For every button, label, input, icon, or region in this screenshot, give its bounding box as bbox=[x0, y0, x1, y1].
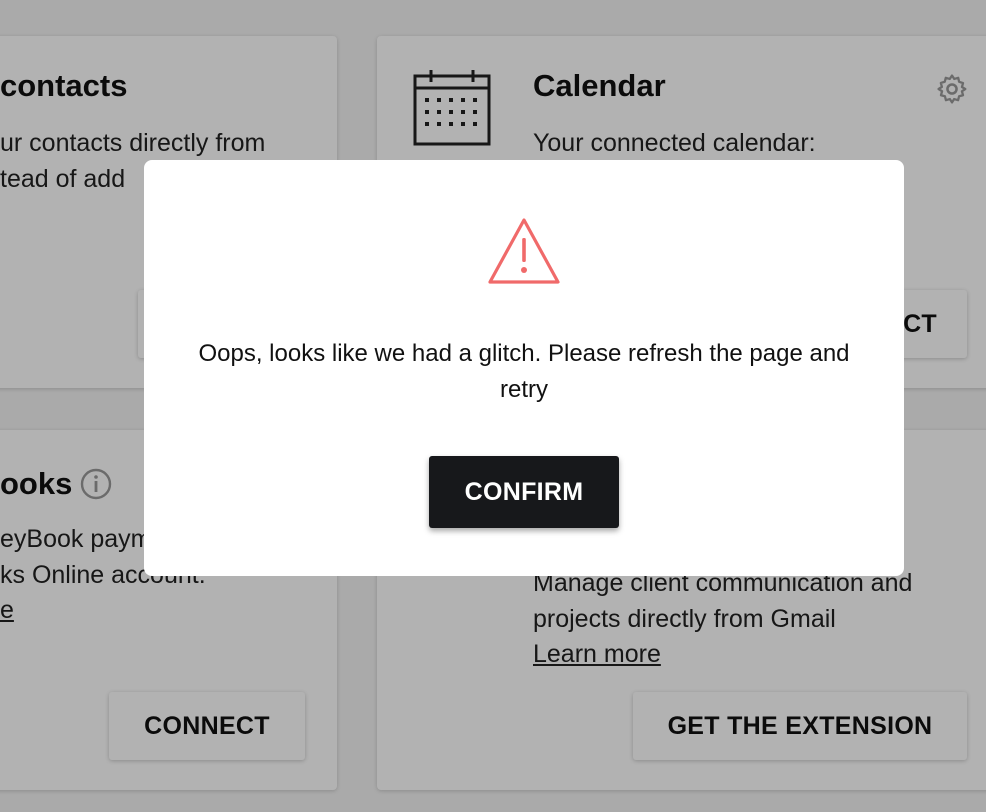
confirm-button[interactable]: CONFIRM bbox=[429, 456, 619, 528]
warning-triangle-icon bbox=[488, 218, 560, 284]
error-message: Oops, looks like we had a glitch. Please… bbox=[198, 340, 850, 403]
error-dialog: Oops, looks like we had a glitch. Please… bbox=[144, 160, 904, 576]
integrations-page: contacts ur contacts directly from tead … bbox=[0, 0, 986, 812]
